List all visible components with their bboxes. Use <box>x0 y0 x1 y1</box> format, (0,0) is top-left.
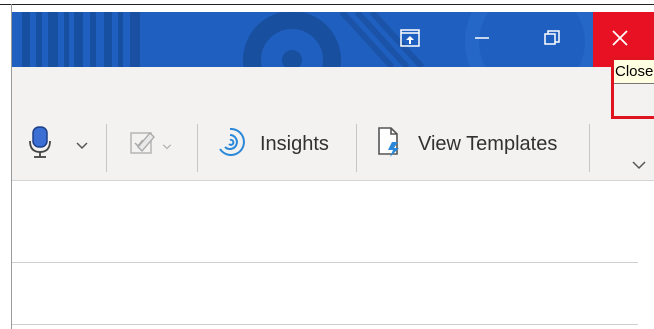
chevron-down-icon <box>162 135 172 154</box>
row-divider <box>12 324 638 325</box>
close-icon <box>611 29 629 51</box>
ribbon-separator <box>197 124 198 172</box>
dictate-button[interactable] <box>27 119 53 169</box>
view-templates-label: View Templates <box>418 132 558 155</box>
view-templates-button[interactable]: View Templates <box>376 119 557 169</box>
message-area[interactable] <box>12 181 654 329</box>
dictate-dropdown-button[interactable] <box>76 119 88 169</box>
minimize-button[interactable] <box>458 12 506 67</box>
insights-button[interactable]: Insights <box>216 119 329 169</box>
restore-icon <box>544 29 560 50</box>
ribbon-separator <box>106 124 107 172</box>
template-icon <box>376 126 404 162</box>
window-frame-top <box>0 4 654 5</box>
ribbon-collapse-button[interactable] <box>632 152 646 176</box>
editor-button[interactable] <box>128 119 172 169</box>
microphone-icon <box>27 125 53 163</box>
insights-label: Insights <box>260 132 329 155</box>
chevron-down-icon <box>76 135 88 154</box>
ribbon-separator <box>589 124 590 172</box>
ribbon-separator <box>356 124 357 172</box>
ribbon-toolbar: Insights View Templates <box>12 67 654 181</box>
minimize-icon <box>474 30 490 50</box>
highlight-box <box>611 57 654 119</box>
row-divider <box>12 262 638 263</box>
restore-button[interactable] <box>528 12 576 67</box>
upload-icon <box>400 28 420 51</box>
insights-icon <box>216 125 250 163</box>
pen-check-icon <box>128 127 158 161</box>
chevron-down-icon <box>632 155 646 174</box>
title-bar <box>12 12 654 67</box>
upload-button[interactable] <box>386 12 434 67</box>
